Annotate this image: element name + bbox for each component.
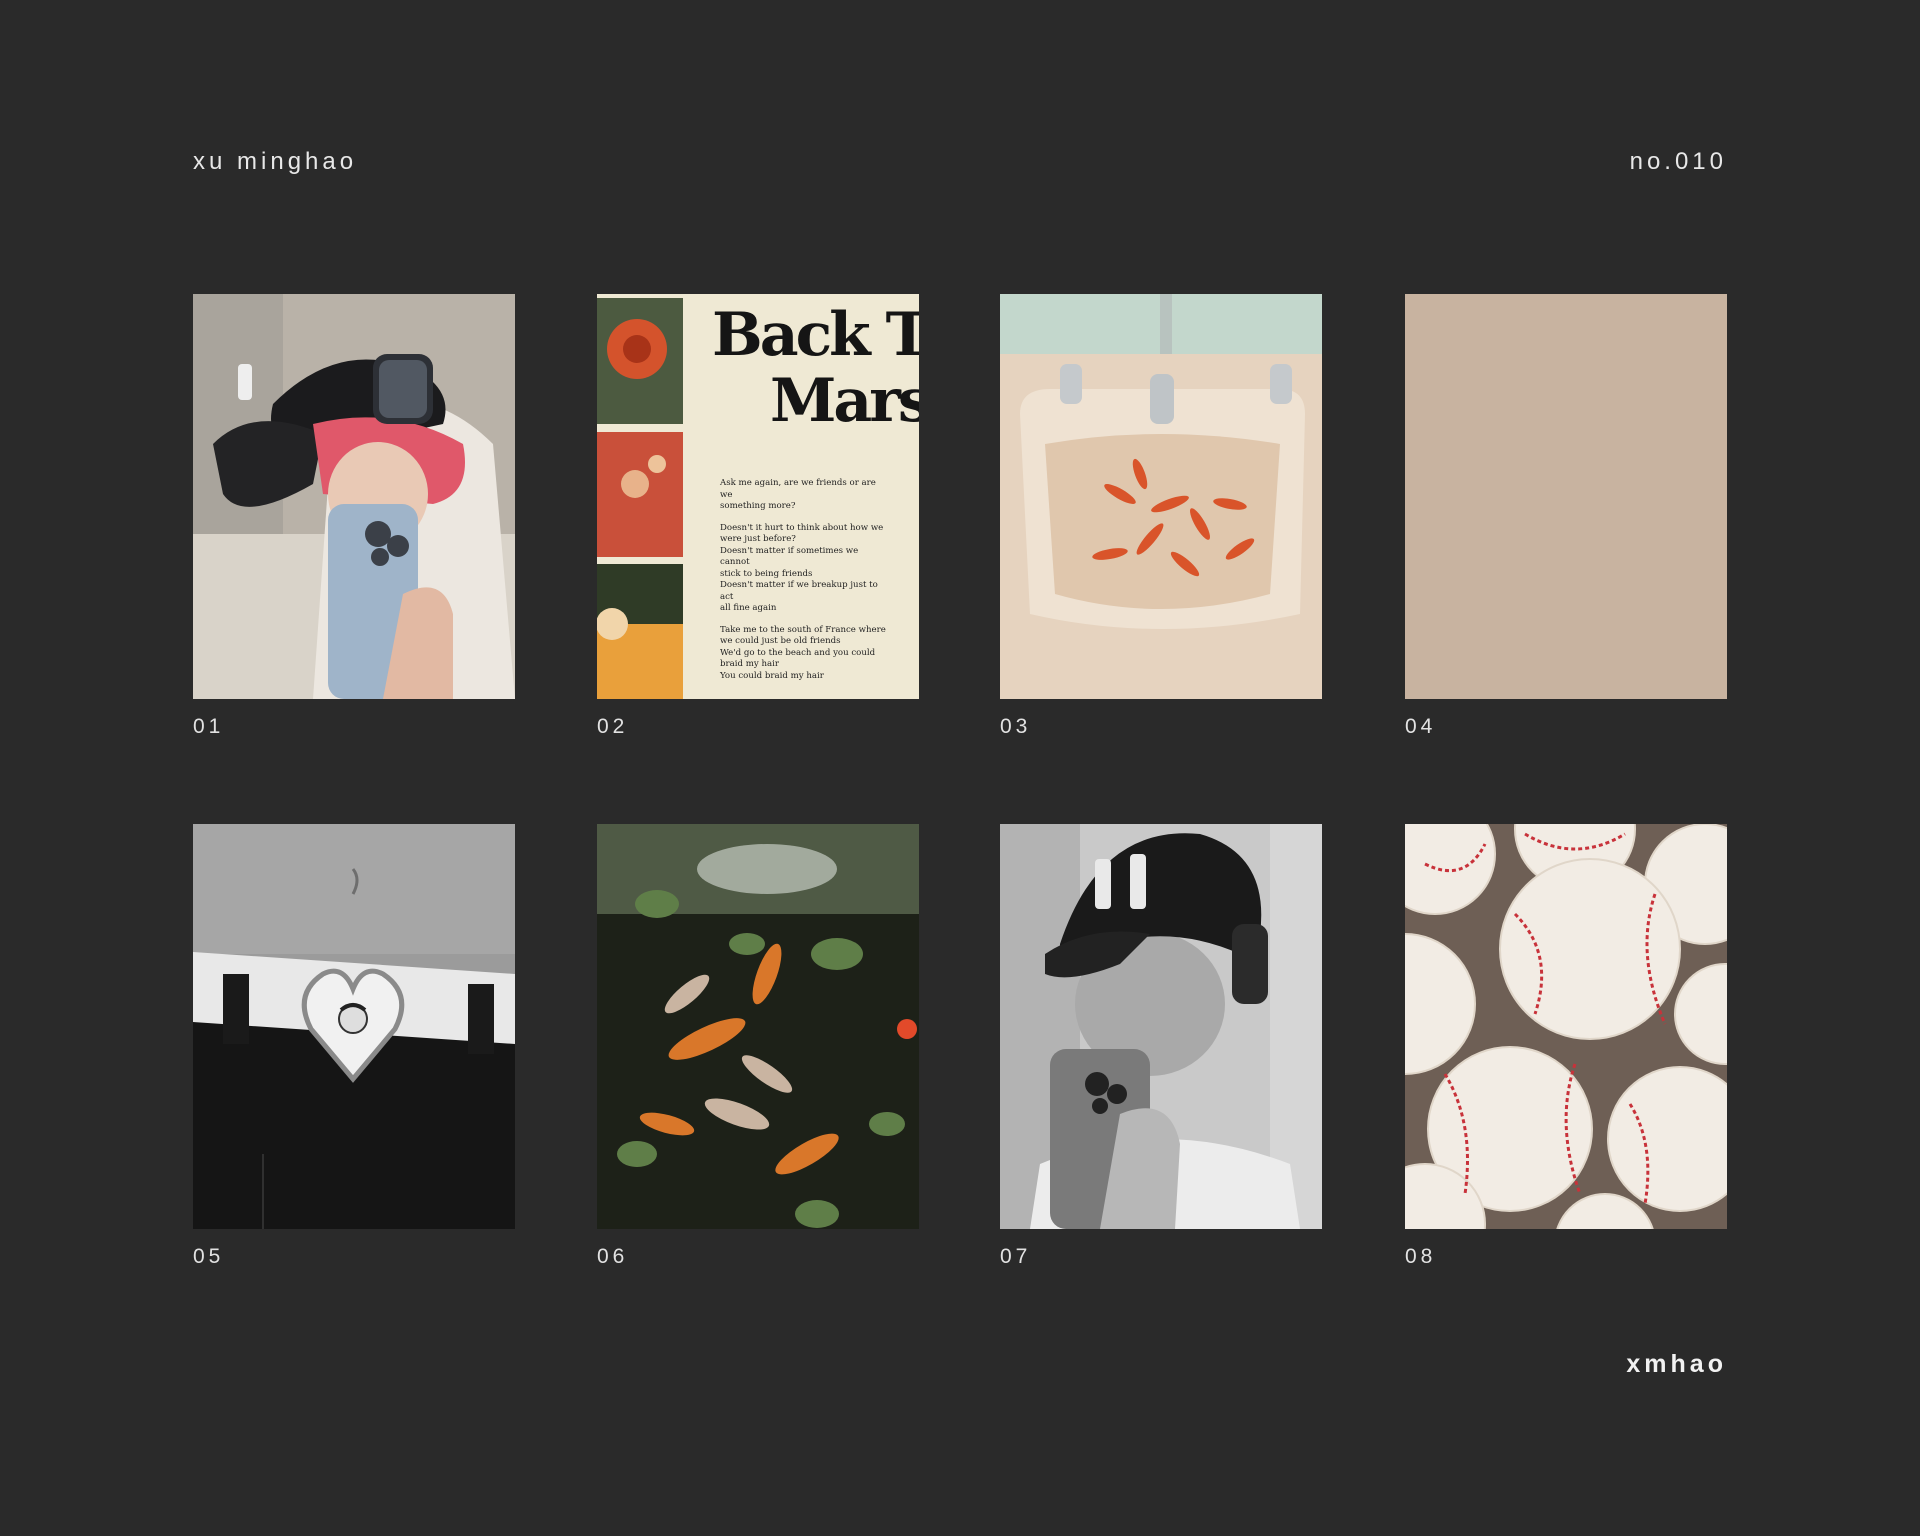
poster-lyrics: Ask me again, are we friends or are we s… [720, 478, 890, 692]
color-swatch-icon [1405, 294, 1727, 699]
koi-pond-icon [597, 824, 919, 1229]
tile-number: 02 [597, 715, 629, 738]
lyric-stanza-1: Ask me again, are we friends or are we s… [720, 478, 876, 511]
selfie-red-hair-icon [193, 294, 515, 699]
poster-title: Back ToMars [712, 302, 919, 434]
baseballs-icon [1405, 824, 1727, 1229]
heart-belt-icon [193, 824, 515, 1229]
author-name: xu minghao [193, 148, 358, 175]
tile-number: 04 [1405, 715, 1437, 738]
tile-06[interactable]: 06 [597, 824, 919, 1269]
tile-number: 01 [193, 715, 225, 738]
photo-grid: 01 Back ToMars Ask me again, are we frie… [193, 294, 1727, 1294]
footer-brand: xmhao [1626, 1350, 1727, 1378]
issue-number: no.010 [1629, 148, 1727, 175]
poster-title-line1: Back To [712, 300, 919, 370]
lyric-stanza-3: Take me to the south of France where we … [720, 624, 886, 681]
tile-03[interactable]: 03 [1000, 294, 1322, 739]
sink-goldfish-icon [1000, 294, 1322, 699]
tile-05[interactable]: 05 [193, 824, 515, 1269]
tile-08[interactable]: 08 [1405, 824, 1727, 1269]
poster-icon: Back ToMars Ask me again, are we friends… [597, 294, 919, 699]
tile-07[interactable]: 07 [1000, 824, 1322, 1269]
tile-04[interactable]: 04 [1405, 294, 1727, 739]
lyric-stanza-2: Doesn't it hurt to think about how we we… [720, 522, 884, 614]
tile-02[interactable]: Back ToMars Ask me again, are we friends… [597, 294, 919, 739]
selfie-bw-icon [1000, 824, 1322, 1229]
tile-number: 06 [597, 1245, 629, 1268]
tile-number: 03 [1000, 715, 1032, 738]
tile-number: 07 [1000, 1245, 1032, 1268]
poster-title-line2: Mars [770, 366, 919, 436]
tile-01[interactable]: 01 [193, 294, 515, 739]
tile-number: 08 [1405, 1245, 1437, 1268]
tile-number: 05 [193, 1245, 225, 1268]
